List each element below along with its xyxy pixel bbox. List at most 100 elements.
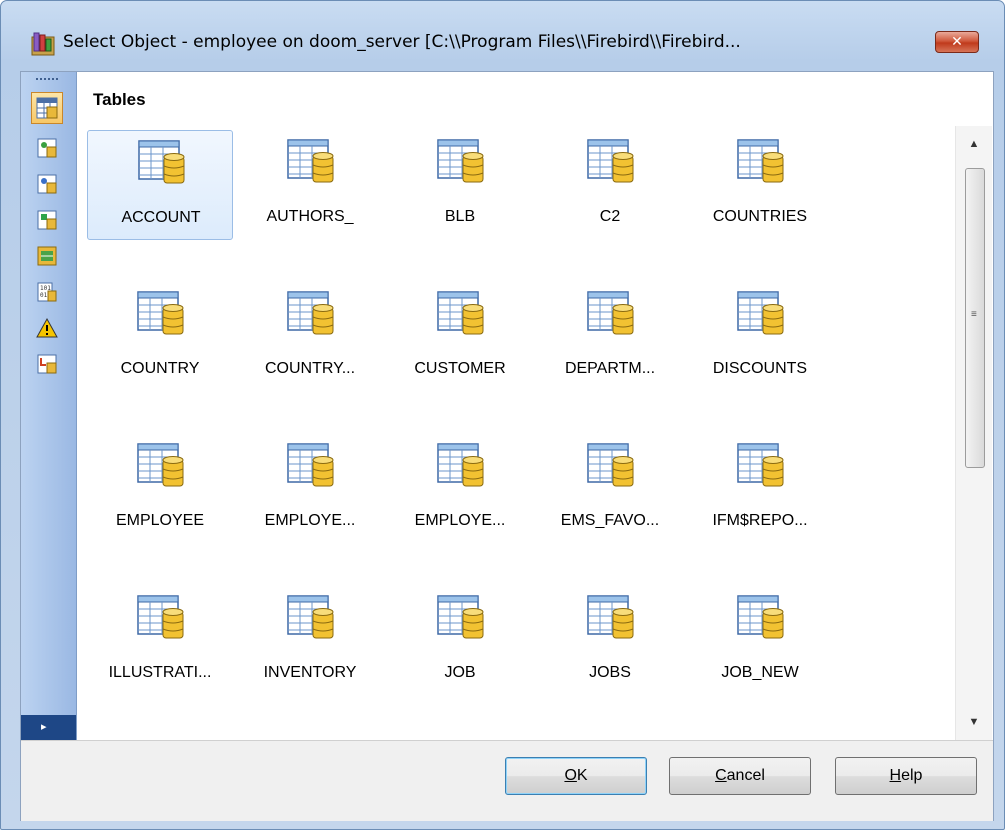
table-object-label: INVENTORY	[263, 664, 357, 681]
table-object-item[interactable]: BLB	[387, 130, 533, 240]
sidebar-grip[interactable]	[36, 78, 58, 83]
sidebar-expand-button[interactable]: ▸	[21, 715, 76, 740]
close-button[interactable]: ✕	[935, 31, 979, 53]
dialog-footer: OK Cancel Help	[21, 740, 993, 821]
table-object-item[interactable]: JOBS	[537, 586, 683, 696]
sidebar-item-procedures[interactable]	[31, 168, 63, 200]
table-object-item[interactable]: C2	[537, 130, 683, 240]
title-bar[interactable]: Select Object - employee on doom_server …	[1, 1, 1004, 56]
object-type-sidebar: 101 011 ▸	[21, 72, 77, 740]
table-object-label: AUTHORS_	[266, 208, 354, 225]
object-view: Tables ACCOUNT AUTHORS_ BLB C2 COUNTRIES COUN…	[77, 72, 993, 740]
table-object-label: CUSTOMER	[414, 360, 506, 377]
table-icon	[586, 592, 636, 647]
thumb-grip-icon: ≡	[971, 309, 977, 320]
table-object-label: COUNTRY	[120, 360, 200, 377]
table-icon	[586, 440, 636, 495]
cancel-accel: C	[715, 767, 727, 784]
expand-icon: ▸	[41, 721, 47, 733]
sidebar-item-views[interactable]	[31, 132, 63, 164]
sidebar-item-tables[interactable]	[31, 92, 63, 124]
sidebar-item-exceptions[interactable]	[31, 312, 63, 344]
domains-icon: 101 011	[37, 282, 57, 302]
select-object-dialog: Select Object - employee on doom_server …	[0, 0, 1005, 830]
help-accel: H	[889, 767, 902, 784]
tables-icon	[36, 97, 58, 119]
table-icon	[436, 288, 486, 343]
table-object-item[interactable]: DEPARTM...	[537, 282, 683, 392]
ok-button[interactable]: OK	[505, 757, 647, 795]
table-object-item[interactable]: DISCOUNTS	[687, 282, 833, 392]
table-object-item[interactable]: INVENTORY	[237, 586, 383, 696]
scroll-down-icon[interactable]: ▼	[956, 704, 992, 740]
table-icon	[736, 136, 786, 191]
table-icon	[436, 592, 486, 647]
table-object-label: ILLUSTRATI...	[108, 664, 212, 681]
sidebar-item-triggers[interactable]	[31, 348, 63, 380]
table-object-label: JOB_NEW	[721, 664, 799, 681]
table-icon	[436, 136, 486, 191]
cancel-label-rest: ancel	[726, 767, 765, 784]
section-title: Tables	[93, 90, 146, 109]
table-object-item[interactable]: IFM$REPO...	[687, 434, 833, 544]
sidebar-item-functions[interactable]	[31, 204, 63, 236]
table-icon	[136, 440, 186, 495]
table-icon	[286, 592, 336, 647]
table-object-label: ACCOUNT	[121, 209, 201, 226]
table-object-label: C2	[599, 208, 621, 225]
table-icon	[586, 136, 636, 191]
dialog-client-area: 101 011 ▸ Tables ACCOUNT AUTHORS_ BLB C2…	[20, 71, 994, 821]
table-icon	[736, 288, 786, 343]
vertical-scrollbar[interactable]: ▲ ≡ ▼	[955, 126, 992, 740]
generators-icon	[37, 246, 57, 266]
ok-label-rest: K	[576, 767, 588, 784]
table-object-label: COUNTRY...	[264, 360, 356, 377]
table-object-item[interactable]: JOB_NEW	[687, 586, 833, 696]
sidebar-item-domains[interactable]: 101 011	[31, 276, 63, 308]
table-object-label: EMPLOYEE	[115, 512, 205, 529]
app-icon	[31, 32, 55, 56]
table-object-label: EMS_FAVO...	[560, 512, 660, 529]
table-icon	[286, 136, 336, 191]
table-object-item[interactable]: ACCOUNT	[87, 130, 233, 240]
table-object-item[interactable]: EMPLOYE...	[387, 434, 533, 544]
procedures-icon	[37, 174, 57, 194]
table-icon	[137, 137, 187, 192]
window-title: Select Object - employee on doom_server …	[63, 32, 741, 52]
table-icon	[736, 440, 786, 495]
functions-icon	[37, 210, 57, 230]
table-object-item[interactable]: CUSTOMER	[387, 282, 533, 392]
table-object-label: EMPLOYE...	[414, 512, 506, 529]
table-object-item[interactable]: AUTHORS_	[237, 130, 383, 240]
table-icon	[436, 440, 486, 495]
table-icon	[136, 288, 186, 343]
help-button[interactable]: Help	[835, 757, 977, 795]
table-object-item[interactable]: EMPLOYE...	[237, 434, 383, 544]
scroll-up-icon[interactable]: ▲	[956, 126, 992, 162]
table-object-label: JOBS	[589, 664, 631, 681]
table-icon	[136, 592, 186, 647]
table-object-item[interactable]: COUNTRY	[87, 282, 233, 392]
table-object-item[interactable]: EMS_FAVO...	[537, 434, 683, 544]
table-object-label: IFM$REPO...	[712, 512, 808, 529]
exceptions-icon	[36, 317, 58, 338]
cancel-button[interactable]: Cancel	[669, 757, 811, 795]
scrollbar-thumb[interactable]: ≡	[965, 168, 985, 468]
table-icon	[736, 592, 786, 647]
table-object-item[interactable]: ILLUSTRATI...	[87, 586, 233, 696]
sidebar-item-generators[interactable]	[31, 240, 63, 272]
table-object-item[interactable]: COUNTRIES	[687, 130, 833, 240]
ok-accel: O	[564, 767, 577, 784]
table-icon	[286, 288, 336, 343]
help-label-rest: elp	[901, 767, 923, 784]
views-icon	[37, 138, 57, 158]
table-object-label: DISCOUNTS	[712, 360, 808, 377]
table-object-label: EMPLOYE...	[264, 512, 356, 529]
triggers-icon	[37, 354, 57, 374]
table-icon	[286, 440, 336, 495]
table-object-item[interactable]: JOB	[387, 586, 533, 696]
table-object-item[interactable]: EMPLOYEE	[87, 434, 233, 544]
table-object-label: BLB	[444, 208, 476, 225]
table-object-item[interactable]: COUNTRY...	[237, 282, 383, 392]
table-object-label: COUNTRIES	[712, 208, 808, 225]
